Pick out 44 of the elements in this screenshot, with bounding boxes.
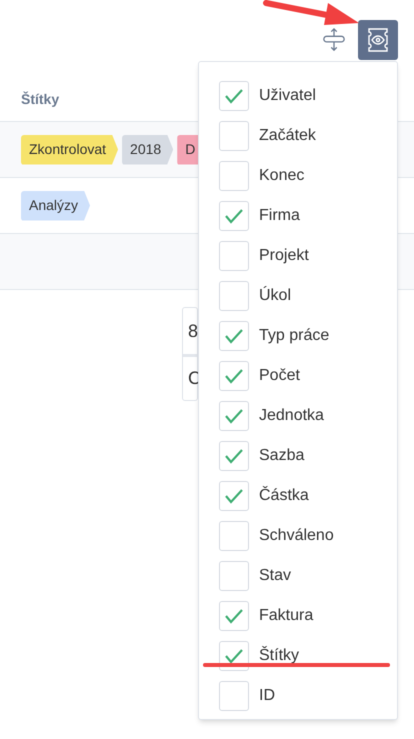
checkbox[interactable]: [219, 681, 249, 711]
column-toggle[interactable]: ID: [199, 676, 397, 716]
check-icon: [224, 328, 244, 344]
checkbox[interactable]: [219, 521, 249, 551]
column-header: Štítky: [21, 90, 60, 109]
checkbox[interactable]: [219, 361, 249, 391]
tag: Zkontrolovat: [21, 134, 118, 164]
check-icon: [224, 648, 244, 664]
checkbox[interactable]: [219, 561, 249, 591]
check-icon: [224, 368, 244, 384]
column-toggle[interactable]: Sazba: [199, 436, 397, 476]
check-icon: [224, 488, 244, 504]
column-toggle[interactable]: Firma: [199, 196, 397, 236]
checkbox[interactable]: [219, 241, 249, 271]
column-toggle[interactable]: Počet: [199, 356, 397, 396]
checkbox[interactable]: [219, 161, 249, 191]
check-icon: [224, 88, 244, 104]
checkbox[interactable]: [219, 201, 249, 231]
row-height-icon: [322, 28, 346, 52]
column-toggle[interactable]: Úkol: [199, 276, 397, 316]
column-toggle[interactable]: Schváleno: [199, 516, 397, 556]
tag: 2018: [122, 134, 174, 164]
column-toggle[interactable]: Typ práce: [199, 316, 397, 356]
check-icon: [224, 408, 244, 424]
column-toggle[interactable]: Částka: [199, 476, 397, 516]
column-visibility-button[interactable]: [358, 20, 398, 60]
tag: Analýzy: [21, 190, 90, 220]
column-toggle[interactable]: Faktura: [199, 596, 397, 636]
checkbox[interactable]: [219, 321, 249, 351]
row-height-button[interactable]: [320, 28, 348, 52]
check-icon: [224, 208, 244, 224]
checkbox[interactable]: [219, 281, 249, 311]
checkbox[interactable]: [219, 121, 249, 151]
checkbox[interactable]: [219, 481, 249, 511]
checkbox[interactable]: [219, 81, 249, 111]
check-icon: [224, 608, 244, 624]
check-icon: [224, 448, 244, 464]
checkbox[interactable]: [219, 401, 249, 431]
checkbox[interactable]: [219, 441, 249, 471]
column-toggle[interactable]: Jednotka: [199, 396, 397, 436]
column-toggle[interactable]: Uživatel: [199, 76, 397, 116]
column-toggle[interactable]: Stav: [199, 556, 397, 596]
partial-cell-text: 8: [187, 320, 197, 342]
checkbox[interactable]: [219, 601, 249, 631]
